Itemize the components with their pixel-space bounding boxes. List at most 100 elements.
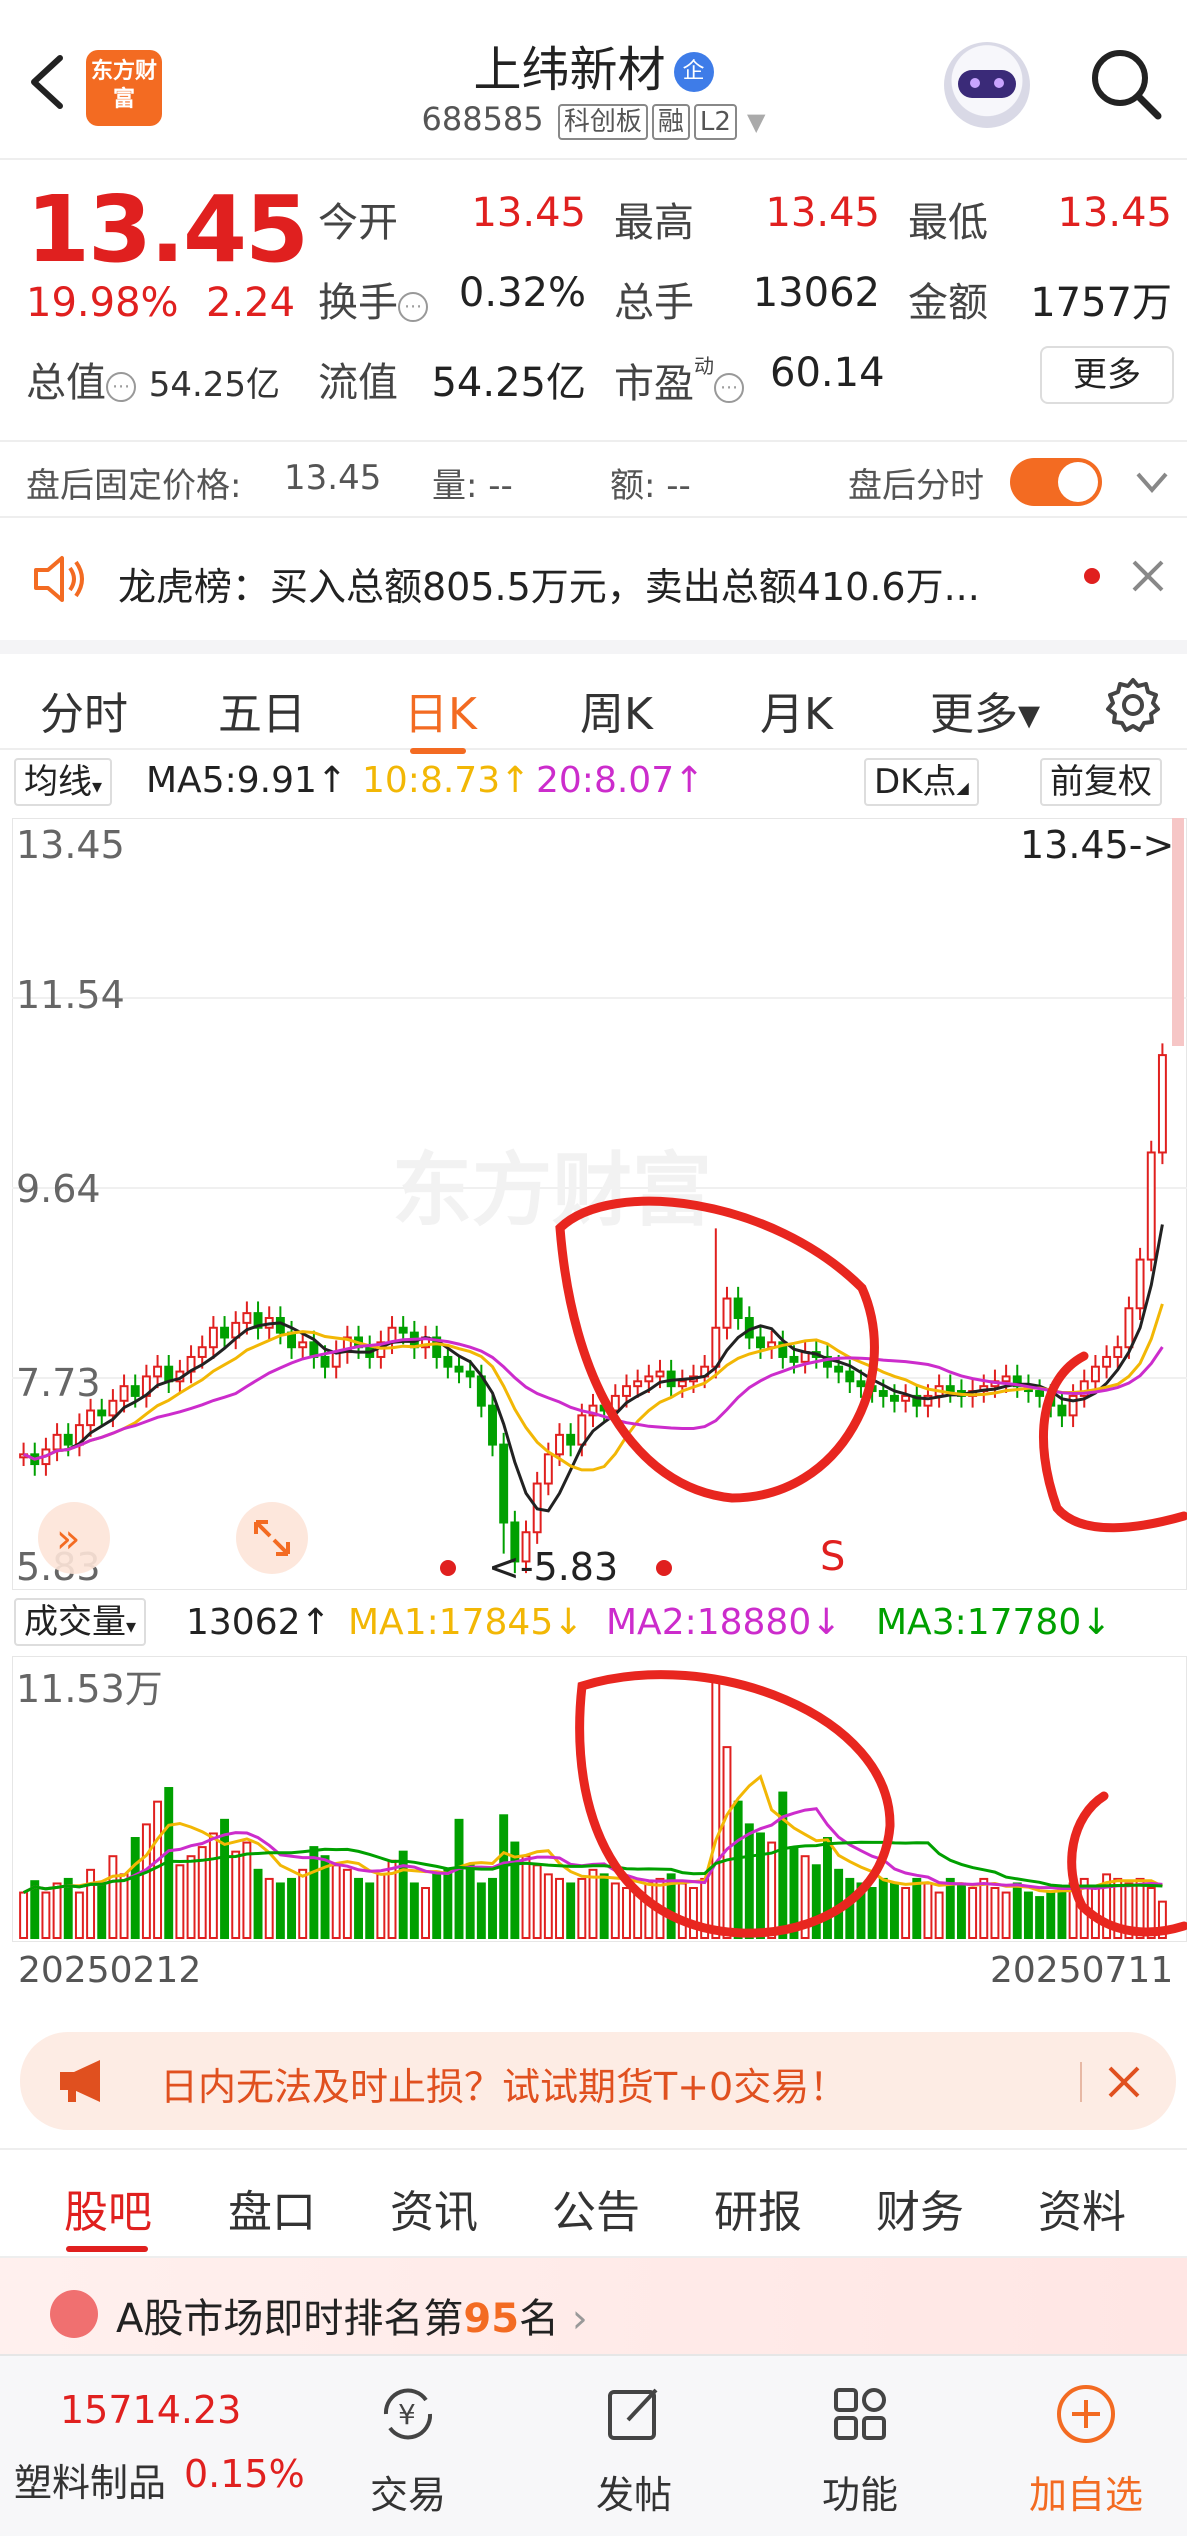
futures-promo-banner[interactable]: 日内无法及时止损？试试期货T+0交易！ <box>20 2032 1176 2130</box>
tag-margin: 融 <box>651 104 690 140</box>
trade-label[interactable]: 交易 <box>338 2464 478 2519</box>
volume-bar <box>878 1877 888 1939</box>
add-circle-icon[interactable] <box>1054 2382 1118 2446</box>
candle-body <box>566 1433 576 1446</box>
info-icon[interactable]: ⋯ <box>398 292 428 322</box>
price-axis-label: 11.54 <box>16 973 125 1017</box>
after-hours-bar: 盘后固定价格: 13.45 量: -- 额: -- 盘后分时 <box>0 440 1187 518</box>
amount-value: 1757万 <box>1030 280 1172 326</box>
volume-bar <box>1001 1891 1011 1940</box>
volume-bar <box>990 1887 1000 1939</box>
volume-bar <box>220 1818 230 1939</box>
candle-body <box>443 1355 453 1368</box>
volume-bar <box>342 1868 352 1939</box>
search-icon[interactable] <box>1086 44 1166 124</box>
volume-bar <box>365 1882 375 1939</box>
more-quote-button[interactable]: 更多 <box>1040 346 1174 404</box>
pe-label-text: 市盈 <box>614 361 694 407</box>
pe-label: 市盈动⋯ <box>614 350 744 409</box>
rank-suffix: 名 <box>519 2296 560 2342</box>
grid-icon[interactable] <box>828 2382 892 2446</box>
volume-bar <box>756 1832 765 1940</box>
candle-body <box>398 1326 408 1334</box>
info-icon[interactable]: ⋯ <box>106 372 136 402</box>
ma-selector[interactable]: 均线▾ <box>14 758 113 806</box>
volume-bar <box>86 1868 96 1939</box>
tab-news[interactable]: 资讯 <box>390 2176 478 2240</box>
dragon-tiger-bar[interactable]: 龙虎榜：买入总额805.5万元，卖出总额410.6万... <box>0 520 1187 638</box>
dk-point-button[interactable]: DK点◢ <box>864 758 979 806</box>
volume-bar <box>421 1887 430 1939</box>
volume-bar <box>63 1877 73 1939</box>
high-label: 最高 <box>614 200 694 246</box>
candle-body <box>197 1346 207 1358</box>
volume-chart[interactable]: 11.53万 <box>12 1656 1187 1942</box>
volume-bar <box>811 1864 821 1939</box>
function-label[interactable]: 功能 <box>790 2464 930 2519</box>
float-cap-label: 流值 <box>318 360 398 406</box>
volume-bar <box>968 1887 978 1939</box>
index-value: 15714.23 <box>60 2388 242 2432</box>
candle-body <box>644 1375 654 1383</box>
candle-body <box>119 1385 129 1402</box>
volume-bar <box>711 1675 721 1939</box>
tab-profile[interactable]: 资料 <box>1038 2176 1126 2240</box>
volume-bar <box>108 1855 118 1940</box>
volume-bar <box>577 1877 587 1939</box>
tab-announcements[interactable]: 公告 <box>552 2176 640 2240</box>
rank-banner[interactable]: A股市场即时排名第95名 › <box>0 2258 1187 2354</box>
chevron-down-icon[interactable] <box>1134 464 1170 500</box>
info-tabs: 股吧 盘口 资讯 公告 研报 财务 资料 <box>0 2148 1187 2258</box>
tab-weekly-k[interactable]: 周K <box>580 678 653 742</box>
volume-bar <box>488 1877 497 1939</box>
tab-intraday[interactable]: 分时 <box>40 678 128 742</box>
post-label[interactable]: 发帖 <box>564 2464 704 2519</box>
info-icon[interactable]: ⋯ <box>714 373 744 403</box>
high-value: 13.45 <box>765 190 880 236</box>
open-value: 13.45 <box>471 190 586 236</box>
close-icon[interactable] <box>1130 558 1166 594</box>
candlestick-chart[interactable]: 东方财富 13.45 11.54 9.64 7.73 5.83 13.45-> … <box>12 818 1187 1590</box>
yen-exchange-icon[interactable]: ¥ <box>376 2382 440 2446</box>
amount-label: 金额 <box>908 280 988 326</box>
tab-guba[interactable]: 股吧 <box>64 2176 152 2240</box>
top-header: 东方财富 上纬新材企 688585 科创板融 L2 ▼ <box>0 0 1187 160</box>
volume-bar <box>823 1837 832 1939</box>
after-amount: 额: -- <box>610 466 691 506</box>
gear-icon[interactable] <box>1104 676 1162 734</box>
edit-icon[interactable] <box>602 2382 666 2446</box>
volume-bar <box>588 1868 598 1939</box>
volume-bar <box>934 1891 944 1940</box>
tab-research[interactable]: 研报 <box>714 2176 802 2240</box>
megaphone-icon <box>60 2060 100 2102</box>
assistant-robot-icon[interactable] <box>944 42 1030 128</box>
volume-bar <box>1057 1887 1067 1939</box>
price-axis-label: 13.45 <box>16 823 125 867</box>
volume-selector[interactable]: 成交量▾ <box>14 1598 147 1646</box>
volume-bar <box>264 1877 274 1939</box>
watermark: 东方财富 <box>392 1146 712 1235</box>
volume-bar <box>689 1887 698 1939</box>
tab-five-day[interactable]: 五日 <box>218 678 306 742</box>
enterprise-badge: 企 <box>673 52 714 92</box>
add-watchlist-label[interactable]: 加自选 <box>1016 2464 1156 2519</box>
sell-signal: S <box>820 1534 845 1580</box>
expand-left-icon[interactable]: » <box>38 1502 110 1574</box>
adjust-button[interactable]: 前复权 <box>1040 758 1162 806</box>
fullscreen-icon[interactable] <box>236 1502 308 1574</box>
bar-chart-icon <box>50 2290 98 2338</box>
tab-pankou[interactable]: 盘口 <box>228 2176 316 2240</box>
tab-monthly-k[interactable]: 月K <box>760 678 833 742</box>
tab-finance[interactable]: 财务 <box>876 2176 964 2240</box>
tab-daily-k[interactable]: 日K <box>404 678 477 742</box>
close-icon[interactable] <box>1104 2062 1144 2102</box>
volume-selector-label: 成交量 <box>24 1602 126 1642</box>
volume-bar <box>130 1837 140 1939</box>
after-hours-toggle[interactable] <box>1010 458 1102 506</box>
tab-more[interactable]: 更多▾ <box>930 678 1040 742</box>
volume-bar <box>912 1877 922 1939</box>
candle-body <box>130 1385 140 1397</box>
candle-body <box>733 1297 743 1320</box>
dropdown-triangle-icon[interactable]: ▼ <box>747 108 765 136</box>
volume-bar <box>744 1823 754 1939</box>
